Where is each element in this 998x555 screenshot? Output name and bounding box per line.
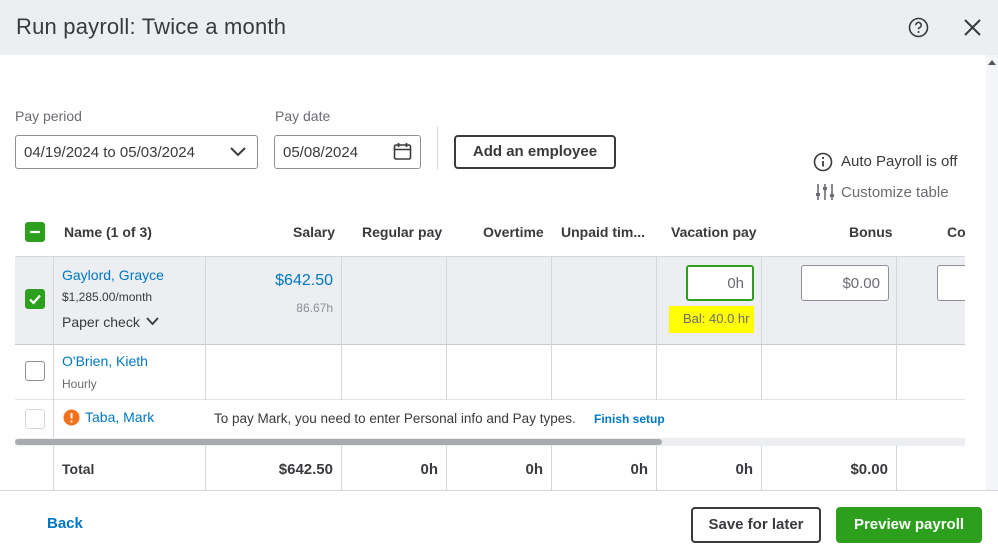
bonus-value: $0.00 bbox=[842, 275, 880, 292]
total-vacation-pay: 0h bbox=[735, 461, 753, 478]
sliders-icon[interactable] bbox=[815, 182, 835, 202]
total-label: Total bbox=[62, 461, 95, 477]
column-vacation-pay[interactable]: Vacation pay bbox=[671, 224, 757, 240]
salary-hours: 86.67h bbox=[296, 301, 333, 315]
scroll-up-arrow-icon[interactable] bbox=[988, 58, 996, 68]
column-salary[interactable]: Salary bbox=[293, 224, 335, 240]
employee-name-link[interactable]: Gaylord, Grayce bbox=[62, 267, 164, 283]
pay-period-value: 04/19/2024 to 05/03/2024 bbox=[24, 144, 195, 161]
save-for-later-button[interactable]: Save for later bbox=[691, 507, 821, 543]
total-row bbox=[15, 446, 965, 490]
column-co[interactable]: Co bbox=[947, 224, 966, 240]
minus-icon bbox=[30, 230, 40, 234]
help-circle-icon[interactable] bbox=[908, 17, 929, 38]
auto-payroll-status[interactable]: Auto Payroll is off bbox=[841, 153, 957, 170]
pay-date-value: 05/08/2024 bbox=[283, 144, 359, 161]
back-link[interactable]: Back bbox=[47, 515, 83, 532]
preview-payroll-button[interactable]: Preview payroll bbox=[836, 507, 982, 543]
table-row bbox=[15, 345, 965, 400]
warning-icon bbox=[63, 409, 80, 426]
vertical-scrollbar[interactable] bbox=[986, 55, 998, 490]
horizontal-scrollbar[interactable] bbox=[15, 438, 965, 446]
horizontal-scroll-thumb[interactable] bbox=[15, 439, 662, 445]
vacation-balance: Bal: 40.0 hr bbox=[683, 311, 750, 326]
page-title: Run payroll: Twice a month bbox=[16, 14, 287, 39]
divider bbox=[437, 127, 438, 169]
vacation-balance-highlight: Bal: 40.0 hr bbox=[669, 306, 754, 333]
pay-date-input[interactable]: 05/08/2024 bbox=[274, 135, 421, 169]
modal-header: Run payroll: Twice a month bbox=[0, 0, 998, 55]
checkmark-icon bbox=[29, 294, 41, 305]
setup-warning-text: To pay Mark, you need to enter Personal … bbox=[214, 411, 576, 426]
pay-period-select[interactable]: 04/19/2024 to 05/03/2024 bbox=[15, 135, 258, 169]
chevron-down-icon[interactable] bbox=[146, 317, 159, 326]
column-bonus[interactable]: Bonus bbox=[849, 224, 893, 240]
payment-method-select[interactable]: Paper check bbox=[62, 314, 140, 330]
column-name[interactable]: Name (1 of 3) bbox=[64, 224, 152, 240]
info-circle-icon bbox=[813, 152, 833, 172]
vacation-pay-value: 0h bbox=[727, 275, 744, 292]
modal-footer: Back Save for later Preview payroll bbox=[0, 490, 998, 555]
row-checkbox[interactable] bbox=[25, 289, 45, 309]
total-unpaid-time: 0h bbox=[630, 461, 648, 478]
employee-rate: $1,285.00/month bbox=[62, 290, 153, 304]
payment-method-value: Paper check bbox=[62, 314, 140, 330]
finish-setup-link[interactable]: Finish setup bbox=[594, 412, 665, 426]
employee-name-link[interactable]: O'Brien, Kieth bbox=[62, 353, 148, 369]
pay-date-label: Pay date bbox=[275, 108, 331, 124]
select-all-checkbox[interactable] bbox=[25, 222, 45, 242]
add-employee-button[interactable]: Add an employee bbox=[454, 135, 616, 169]
total-salary: $642.50 bbox=[278, 461, 333, 478]
employee-name-link[interactable]: Taba, Mark bbox=[85, 409, 154, 425]
column-overtime[interactable]: Overtime bbox=[483, 224, 544, 240]
bonus-input[interactable]: $0.00 bbox=[801, 265, 889, 301]
pay-period-label: Pay period bbox=[15, 108, 82, 124]
row-checkbox bbox=[25, 409, 45, 429]
close-icon[interactable] bbox=[963, 18, 982, 37]
total-overtime: 0h bbox=[525, 461, 543, 478]
salary-amount-link[interactable]: $642.50 bbox=[275, 272, 333, 290]
row-checkbox[interactable] bbox=[25, 361, 45, 381]
total-regular-pay: 0h bbox=[420, 461, 438, 478]
total-bonus: $0.00 bbox=[850, 461, 888, 478]
customize-table-link[interactable]: Customize table bbox=[841, 184, 949, 201]
vacation-pay-input[interactable]: 0h bbox=[686, 265, 754, 301]
column-unpaid-time[interactable]: Unpaid tim... bbox=[561, 224, 645, 240]
column-regular-pay[interactable]: Regular pay bbox=[362, 224, 442, 240]
employee-rate: Hourly bbox=[62, 377, 97, 391]
chevron-down-icon bbox=[230, 147, 246, 157]
co-input[interactable] bbox=[937, 265, 965, 301]
calendar-icon[interactable] bbox=[393, 142, 412, 161]
